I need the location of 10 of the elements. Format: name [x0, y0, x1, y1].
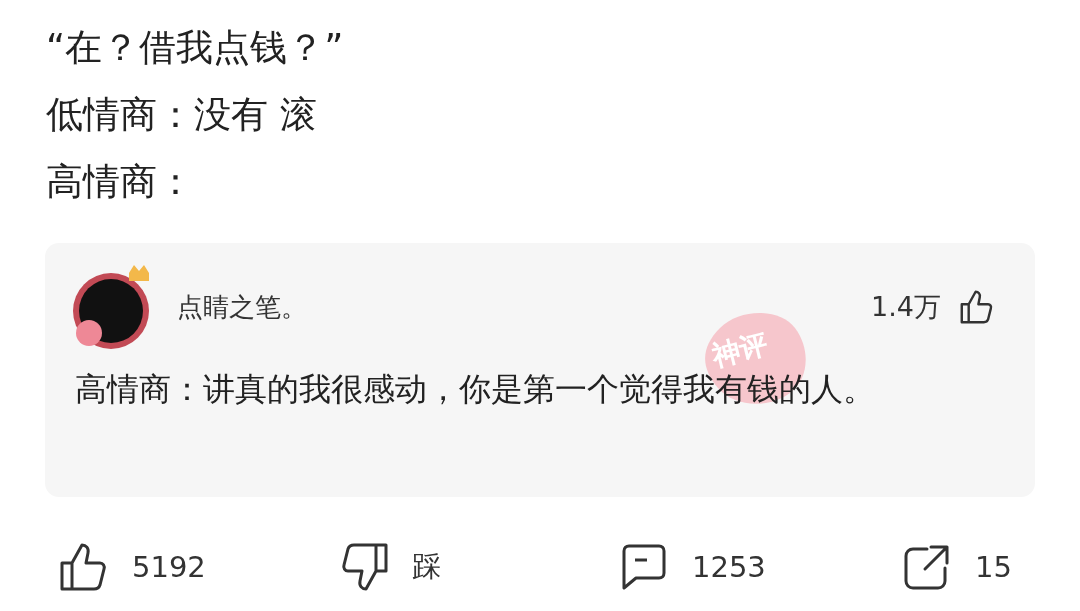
- like-button[interactable]: 5192: [58, 541, 338, 593]
- share-button[interactable]: 15: [901, 541, 1012, 593]
- comment-button[interactable]: 1253: [618, 541, 901, 593]
- author-name[interactable]: 点睛之笔。: [177, 289, 854, 325]
- post-line: 高情商：: [46, 159, 195, 205]
- post-line: “在？借我点钱？”: [46, 25, 345, 71]
- like-count: 1.4万: [871, 290, 941, 324]
- post-line: 低情商：没有 滚: [46, 92, 318, 138]
- thumbs-up-icon[interactable]: [959, 289, 995, 325]
- dislike-button[interactable]: 踩: [338, 541, 618, 593]
